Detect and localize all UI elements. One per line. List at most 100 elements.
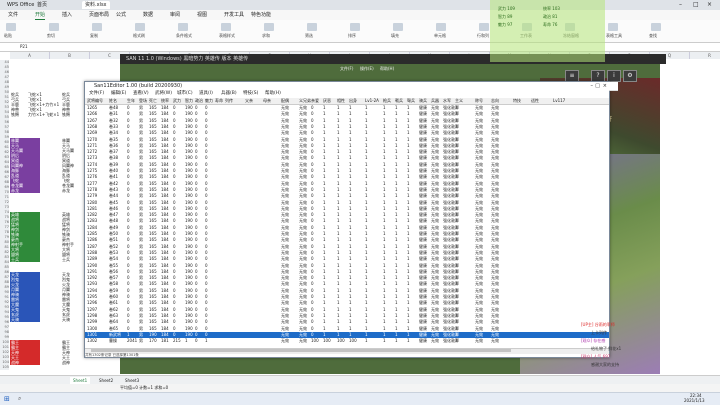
table-row[interactable]: 1274 巻39 0 男 165 184 0 190 0 0 无效 无效 0 1 1 1 1 1 1 1 健康 无效 强化敦… <box>85 162 609 168</box>
cell-value[interactable]: 0 <box>195 288 198 294</box>
cell-value[interactable]: 无效 <box>431 200 439 206</box>
cell-id[interactable]: 1300 <box>87 326 97 332</box>
cell-value[interactable]: 215 <box>173 338 181 344</box>
column-header[interactable]: 主义 <box>455 98 463 104</box>
cell-value[interactable]: 1 <box>365 263 368 269</box>
column-header[interactable]: 出身 <box>349 98 357 104</box>
cell-value[interactable]: 无效 <box>475 218 483 224</box>
cell-value[interactable]: 1 <box>323 111 326 117</box>
cell-value[interactable]: 男 <box>139 281 143 287</box>
cell-value[interactable]: 0 <box>205 218 208 224</box>
cell-value[interactable]: 1 <box>383 137 386 143</box>
menu-item[interactable]: 审阅 <box>170 11 180 19</box>
cell-value[interactable]: 1 <box>395 319 398 325</box>
table-row[interactable]: 1290 巻55 0 男 165 184 0 190 0 0 无效 无效 0 1 1 1 1 1 1 1 健康 无效 强化敦… <box>85 263 609 269</box>
cell-value[interactable]: 1 <box>349 130 352 136</box>
cell-value[interactable]: 0 <box>127 319 130 325</box>
cell-value[interactable]: 0 <box>311 332 314 338</box>
cell-value[interactable]: 190 <box>185 256 193 262</box>
cell-value[interactable]: 1 <box>407 294 410 300</box>
column-header[interactable]: 义兄弟 <box>299 98 311 104</box>
cell-value[interactable]: 190 <box>185 244 193 250</box>
cell-value[interactable]: 1 <box>323 225 326 231</box>
cell-value[interactable]: 无效 <box>299 319 307 325</box>
cell-value[interactable]: 无效 <box>299 118 307 124</box>
cell-value[interactable]: 1 <box>455 237 458 243</box>
cell-value[interactable]: 无效 <box>491 181 499 187</box>
cell-value[interactable]: 0 <box>173 294 176 300</box>
cell-value[interactable]: 1 <box>365 313 368 319</box>
cell-value[interactable]: 无效 <box>281 200 289 206</box>
cell-value[interactable]: 1 <box>455 269 458 275</box>
cell-value[interactable]: 无效 <box>281 307 289 313</box>
cell-value[interactable]: 1 <box>365 237 368 243</box>
cell-value[interactable]: 无效 <box>299 326 307 332</box>
cell-value[interactable]: 0 <box>195 307 198 313</box>
cell-name[interactable]: 巻61 <box>109 300 118 306</box>
cell-value[interactable]: 0 <box>205 319 208 325</box>
cell-value[interactable]: 190 <box>185 275 193 281</box>
cell-id[interactable]: 1283 <box>87 218 97 224</box>
cell-value[interactable]: 0 <box>311 319 314 325</box>
cell-value[interactable]: 1 <box>349 111 352 117</box>
cell-value[interactable]: 1 <box>395 162 398 168</box>
cell-value[interactable]: 1 <box>365 275 368 281</box>
cell-value[interactable]: 男 <box>139 307 143 313</box>
cell-value[interactable]: 1 <box>349 263 352 269</box>
cell-value[interactable]: 0 <box>205 250 208 256</box>
cell-value[interactable]: 1 <box>383 307 386 313</box>
cell-value[interactable]: 1 <box>323 294 326 300</box>
cell-value[interactable]: 1 <box>383 212 386 218</box>
cell-value[interactable]: 0 <box>311 275 314 281</box>
cell-value[interactable]: 健康 <box>419 319 427 325</box>
cell-value[interactable]: 无效 <box>281 162 289 168</box>
cell-value[interactable]: 1 <box>365 174 368 180</box>
cell-value[interactable]: 1 <box>365 225 368 231</box>
cell-value[interactable]: 1 <box>349 124 352 130</box>
cell-value[interactable]: 1 <box>395 313 398 319</box>
cell-value[interactable]: 无效 <box>431 118 439 124</box>
cell-value[interactable]: 健康 <box>419 338 427 344</box>
cell-value[interactable]: 1 <box>323 275 326 281</box>
cell-value[interactable]: 184 <box>161 231 169 237</box>
cell-value[interactable]: 无效 <box>475 263 483 269</box>
cell-value[interactable]: 0 <box>173 281 176 287</box>
cell-value[interactable]: 1 <box>383 200 386 206</box>
cell-value[interactable]: 1 <box>383 218 386 224</box>
cell-value[interactable]: 男 <box>139 137 143 143</box>
cell-value[interactable]: 1 <box>365 218 368 224</box>
cell-value[interactable]: 男 <box>139 269 143 275</box>
cell-value[interactable]: 无效 <box>475 111 483 117</box>
cell-value[interactable]: 无效 <box>299 143 307 149</box>
cell-value[interactable]: 1 <box>407 250 410 256</box>
cell-value[interactable]: 无效 <box>491 111 499 117</box>
menu-item[interactable]: 插入 <box>62 11 72 19</box>
cell-value[interactable]: 无效 <box>299 174 307 180</box>
cell-value[interactable]: 无效 <box>299 130 307 136</box>
cell-id[interactable]: 1294 <box>87 288 97 294</box>
cell-value[interactable]: 无效 <box>281 326 289 332</box>
cell-value[interactable]: 184 <box>161 275 169 281</box>
cell-value[interactable]: 1 <box>365 256 368 262</box>
cell-id[interactable]: 1279 <box>87 193 97 199</box>
cell-value[interactable]: 0 <box>195 256 198 262</box>
cell-value[interactable]: 1 <box>395 118 398 124</box>
cell-id[interactable]: 1284 <box>87 225 97 231</box>
cell-reference[interactable]: P21 <box>20 44 28 49</box>
cell-value[interactable]: 0 <box>205 193 208 199</box>
cell-value[interactable]: 无效 <box>431 256 439 262</box>
cell-value[interactable]: 1 <box>365 111 368 117</box>
cell-value[interactable]: 1 <box>349 143 352 149</box>
cell-value[interactable]: 1 <box>455 155 458 161</box>
cell-value[interactable]: 1 <box>395 269 398 275</box>
cell-value[interactable]: 0 <box>205 269 208 275</box>
editor-menu-item[interactable]: 文件(F) <box>89 90 104 97</box>
cell-name[interactable]: 巻56 <box>109 269 118 275</box>
cell-value[interactable]: 1 <box>407 256 410 262</box>
cell-value[interactable]: 0 <box>173 326 176 332</box>
table-row[interactable]: 1298 巻63 0 男 165 184 0 190 0 0 无效 无效 0 1 1 1 1 1 1 1 健康 无效 强化敦… <box>85 313 609 319</box>
cell-value[interactable]: 1 <box>383 111 386 117</box>
cell-value[interactable]: 1 <box>349 281 352 287</box>
cell-value[interactable]: 0 <box>127 187 130 193</box>
cell-value[interactable]: 0 <box>195 130 198 136</box>
